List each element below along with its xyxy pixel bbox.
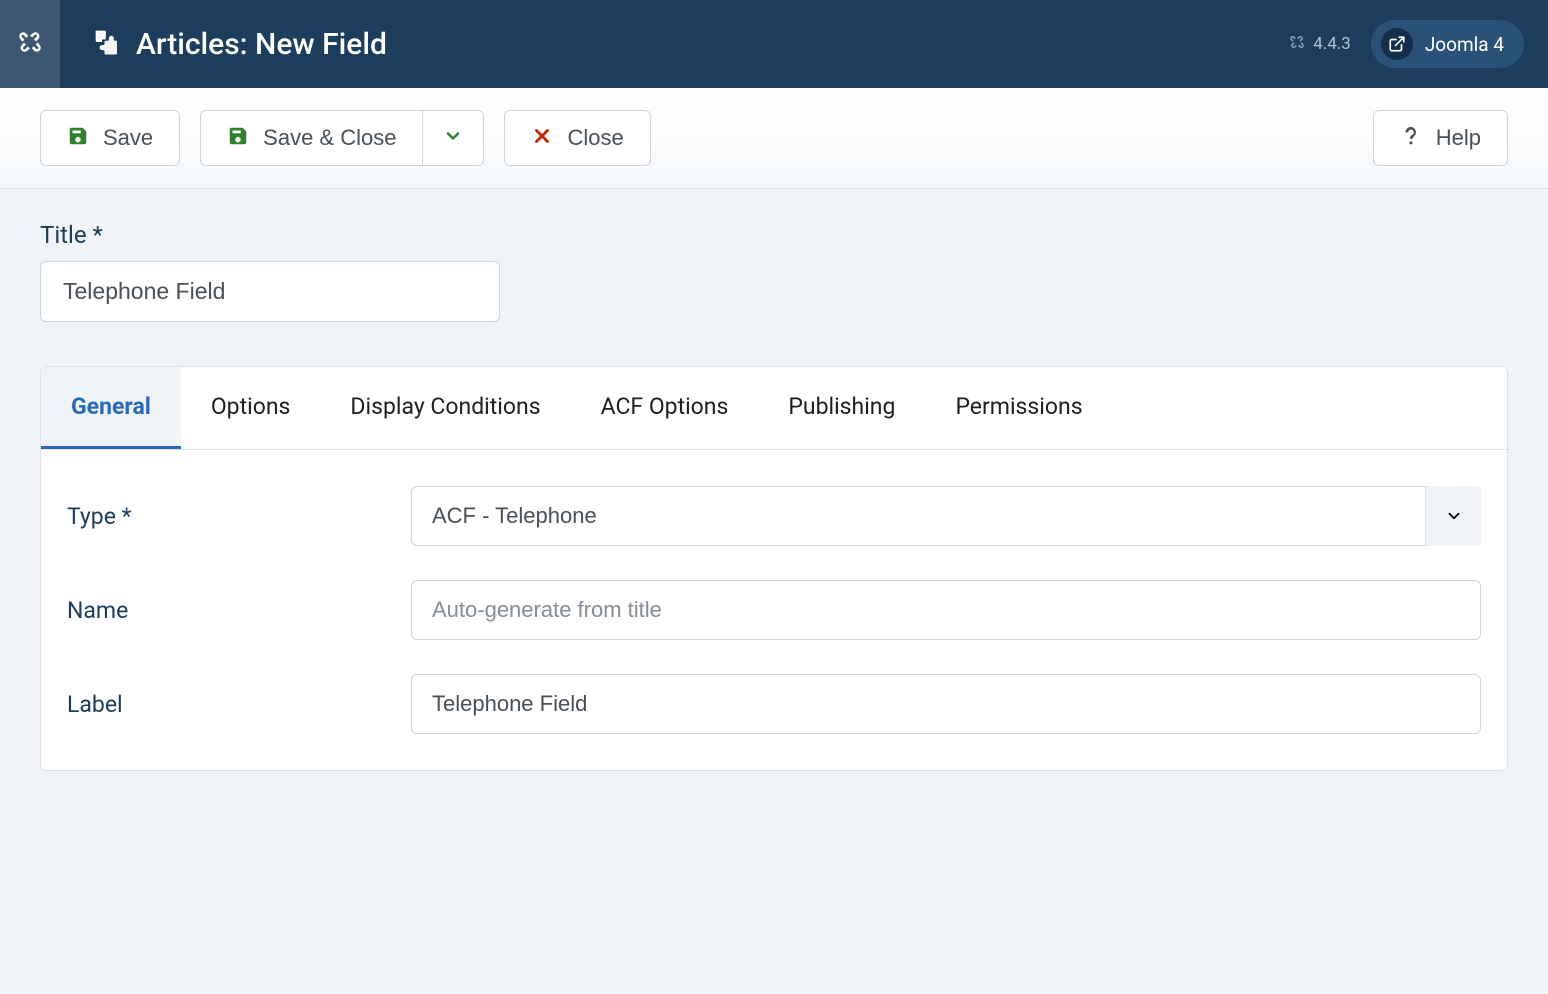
help-button[interactable]: Help: [1373, 110, 1508, 166]
external-link-icon: [1381, 28, 1413, 60]
tab-publishing[interactable]: Publishing: [758, 367, 925, 449]
save-icon: [227, 125, 249, 151]
version-badge[interactable]: 4.4.3: [1287, 32, 1351, 57]
tabs: General Options Display Conditions ACF O…: [41, 367, 1507, 450]
tab-label: Options: [211, 393, 291, 420]
tab-acf-options[interactable]: ACF Options: [571, 367, 759, 449]
row-type: Type * ACF - Telephone: [67, 486, 1481, 546]
joomla-icon: [14, 26, 46, 62]
close-icon: [531, 125, 553, 151]
tab-options[interactable]: Options: [181, 367, 321, 449]
save-button[interactable]: Save: [40, 110, 180, 166]
title-input[interactable]: [40, 261, 500, 322]
tab-label: Permissions: [955, 393, 1082, 420]
joomla-logo[interactable]: [0, 0, 60, 88]
save-close-label: Save & Close: [263, 127, 396, 149]
tabs-card: General Options Display Conditions ACF O…: [40, 366, 1508, 771]
form-body: Type * ACF - Telephone Name Label: [41, 450, 1507, 770]
header-right: 4.4.3 Joomla 4: [1287, 20, 1524, 68]
tab-label: General: [71, 393, 151, 420]
admin-header: Articles: New Field 4.4.3 Joomla 4: [0, 0, 1548, 88]
site-link-chip[interactable]: Joomla 4: [1371, 20, 1524, 68]
type-select[interactable]: ACF - Telephone: [411, 486, 1481, 546]
save-close-dropdown[interactable]: [422, 110, 484, 166]
close-button[interactable]: Close: [504, 110, 650, 166]
tab-label: Display Conditions: [350, 393, 540, 420]
content: Title * General Options Display Conditio…: [0, 189, 1548, 803]
tab-general[interactable]: General: [41, 367, 181, 449]
chevron-down-icon: [443, 126, 463, 150]
type-value: ACF - Telephone: [432, 503, 597, 528]
tab-display-conditions[interactable]: Display Conditions: [320, 367, 570, 449]
tab-permissions[interactable]: Permissions: [925, 367, 1112, 449]
puzzle-piece-icon: [92, 27, 122, 61]
page-title-group: Articles: New Field: [92, 27, 1287, 62]
close-label: Close: [567, 127, 623, 149]
toolbar: Save Save & Close Close Help: [0, 88, 1548, 189]
save-close-group: Save & Close: [200, 110, 484, 166]
question-icon: [1400, 125, 1422, 151]
site-name: Joomla 4: [1425, 33, 1504, 56]
title-label: Title *: [40, 221, 1508, 249]
version-text: 4.4.3: [1313, 34, 1351, 54]
row-label: Label: [67, 674, 1481, 734]
type-label: Type *: [67, 503, 387, 530]
save-close-button[interactable]: Save & Close: [200, 110, 422, 166]
help-label: Help: [1436, 127, 1481, 149]
joomla-small-icon: [1287, 32, 1307, 57]
tab-label: ACF Options: [601, 393, 729, 420]
name-label: Name: [67, 597, 387, 624]
name-input[interactable]: [411, 580, 1481, 640]
save-label: Save: [103, 127, 153, 149]
page-title: Articles: New Field: [136, 27, 387, 62]
tab-label: Publishing: [788, 393, 895, 420]
label-label: Label: [67, 691, 387, 718]
save-icon: [67, 125, 89, 151]
label-input[interactable]: [411, 674, 1481, 734]
row-name: Name: [67, 580, 1481, 640]
